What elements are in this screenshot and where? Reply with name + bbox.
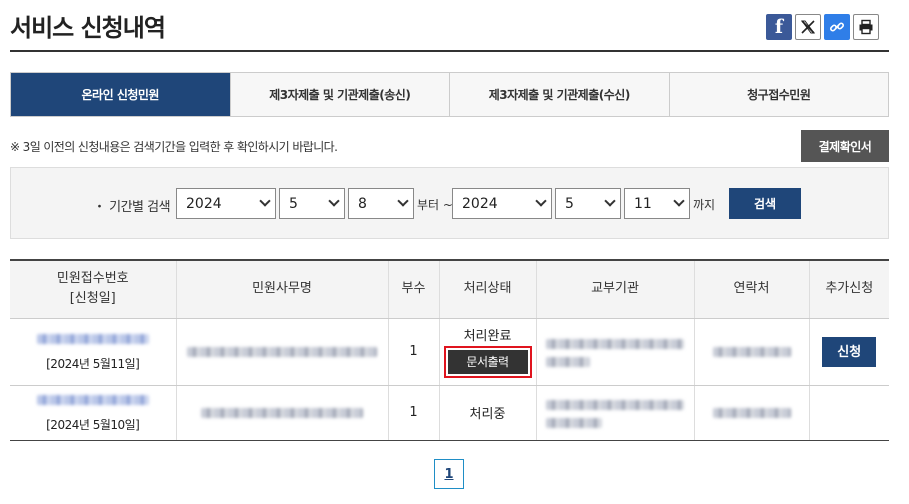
from-day-value: 8 bbox=[358, 195, 367, 212]
from-day-select[interactable]: 8 bbox=[348, 188, 414, 219]
col-copies: 부수 bbox=[387, 259, 439, 319]
redacted-service-name bbox=[201, 407, 363, 418]
page-title: 서비스 신청내역 bbox=[10, 14, 166, 42]
col-receipt-label: 민원접수번호 bbox=[56, 271, 129, 287]
tab-claim-applications[interactable]: 청구접수민원 bbox=[668, 73, 888, 116]
from-year-value: 2024 bbox=[186, 195, 222, 212]
service-cell bbox=[175, 318, 388, 386]
col-receipt-sub: [신청일] bbox=[69, 291, 116, 307]
agency-cell bbox=[535, 385, 694, 441]
document-print-button[interactable]: 문서출력 bbox=[447, 350, 528, 374]
to-day-select[interactable]: 11 bbox=[624, 188, 690, 219]
contact-cell bbox=[693, 318, 809, 386]
redacted-agency bbox=[546, 399, 684, 410]
col-extra-apply: 추가신청 bbox=[808, 259, 889, 319]
redacted-receipt-number[interactable] bbox=[36, 334, 149, 344]
from-month-value: 5 bbox=[289, 195, 298, 212]
payment-confirmation-button[interactable]: 결제확인서 bbox=[801, 130, 889, 162]
tab-third-party-sent[interactable]: 제3자제출 및 기관제출(송신) bbox=[229, 73, 449, 116]
to-month-select[interactable]: 5 bbox=[555, 188, 621, 219]
redacted-agency-line2 bbox=[546, 418, 602, 428]
status-cell: 처리완료 문서출력 bbox=[438, 318, 536, 386]
redacted-receipt-number[interactable] bbox=[36, 395, 149, 405]
from-month-select[interactable]: 5 bbox=[279, 188, 345, 219]
chevron-down-icon bbox=[604, 195, 616, 207]
from-year-select[interactable]: 2024 bbox=[176, 188, 276, 219]
redacted-agency bbox=[546, 338, 684, 349]
receipt-cell: [2024년 5월11일] bbox=[10, 318, 176, 386]
contact-cell bbox=[693, 385, 809, 441]
share-toolbar: f bbox=[766, 14, 879, 40]
status-text: 처리완료 bbox=[463, 329, 512, 344]
print-icon[interactable] bbox=[853, 14, 879, 40]
search-button[interactable]: 검색 bbox=[729, 188, 801, 219]
redacted-contact bbox=[712, 346, 791, 357]
to-suffix: 까지 bbox=[693, 198, 716, 212]
application-date: [2024년 5월10일] bbox=[46, 417, 140, 432]
from-suffix: 부터 ~ bbox=[417, 198, 453, 212]
table-row: [2024년 5월11일] 1 처리완료 문서출력 신청 bbox=[10, 318, 889, 386]
chevron-down-icon bbox=[535, 195, 547, 207]
notice-text: ※ 3일 이전의 신청내용은 검색기간을 입력한 후 확인하시기 바랍니다. bbox=[10, 140, 338, 154]
chevron-down-icon bbox=[397, 195, 409, 207]
status-text: 처리중 bbox=[469, 407, 506, 422]
search-label: ・ 기간별 검색 bbox=[93, 200, 171, 215]
to-day-value: 11 bbox=[634, 195, 652, 212]
redacted-agency-line2 bbox=[546, 357, 590, 367]
chevron-down-icon bbox=[259, 195, 271, 207]
tab-bar: 온라인 신청민원 제3자제출 및 기관제출(송신) 제3자제출 및 기관제출(수… bbox=[10, 72, 889, 117]
to-year-select[interactable]: 2024 bbox=[452, 188, 552, 219]
additional-apply-button[interactable]: 신청 bbox=[822, 336, 877, 367]
table-header-row: 민원접수번호 [신청일] 민원사무명 부수 처리상태 교부기관 연락처 추가신청 bbox=[10, 259, 889, 319]
col-service-name: 민원사무명 bbox=[175, 259, 388, 319]
pagination-page-1[interactable]: 1 bbox=[434, 459, 464, 489]
page-header: 서비스 신청내역 f bbox=[10, 0, 889, 52]
print-button-highlight: 문서출력 bbox=[443, 346, 532, 378]
copies-cell: 1 bbox=[387, 318, 439, 386]
x-icon[interactable] bbox=[795, 14, 821, 40]
link-icon[interactable] bbox=[824, 14, 850, 40]
copies-cell: 1 bbox=[387, 385, 439, 441]
receipt-cell: [2024년 5월10일] bbox=[10, 385, 176, 441]
applications-table: 민원접수번호 [신청일] 민원사무명 부수 처리상태 교부기관 연락처 추가신청 … bbox=[10, 259, 889, 441]
redacted-contact bbox=[712, 407, 791, 418]
extra-cell bbox=[808, 385, 889, 441]
extra-cell: 신청 bbox=[808, 318, 889, 386]
col-contact: 연락처 bbox=[693, 259, 809, 319]
chevron-down-icon bbox=[328, 195, 340, 207]
service-cell bbox=[175, 385, 388, 441]
chevron-down-icon bbox=[673, 195, 685, 207]
tab-online-applications[interactable]: 온라인 신청민원 bbox=[11, 73, 230, 116]
to-year-value: 2024 bbox=[462, 195, 498, 212]
table-row: [2024년 5월10일] 1 처리중 bbox=[10, 385, 889, 441]
col-agency: 교부기관 bbox=[535, 259, 694, 319]
application-date: [2024년 5월11일] bbox=[46, 356, 140, 371]
to-month-value: 5 bbox=[565, 195, 574, 212]
col-receipt-number: 민원접수번호 [신청일] bbox=[10, 259, 176, 319]
col-status: 처리상태 bbox=[438, 259, 536, 319]
agency-cell bbox=[535, 318, 694, 386]
search-panel: ・ 기간별 검색 2024 5 8 부터 ~ 2024 5 11 까지 검색 bbox=[10, 167, 889, 239]
facebook-icon[interactable]: f bbox=[766, 14, 792, 40]
status-cell: 처리중 bbox=[438, 385, 536, 441]
tab-third-party-received[interactable]: 제3자제출 및 기관제출(수신) bbox=[449, 73, 669, 116]
redacted-service-name bbox=[187, 346, 377, 357]
